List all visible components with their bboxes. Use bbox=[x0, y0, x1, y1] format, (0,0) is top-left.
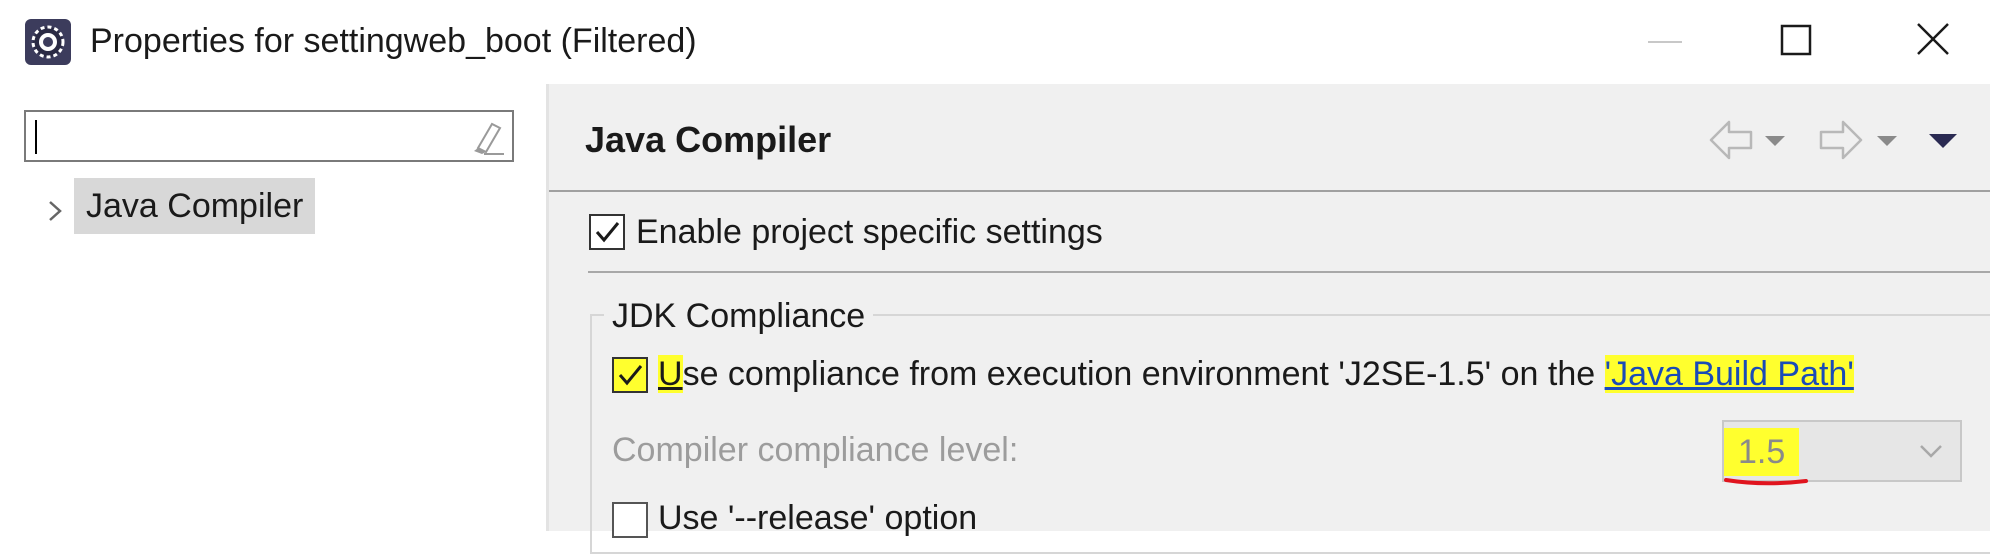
minimize-icon bbox=[1648, 41, 1682, 43]
eraser-icon[interactable] bbox=[462, 118, 506, 156]
mnemonic-letter: U bbox=[658, 355, 683, 393]
filter-input[interactable] bbox=[34, 118, 458, 156]
checkmark-icon bbox=[595, 222, 620, 243]
forward-arrow-icon[interactable] bbox=[1817, 114, 1865, 166]
title-bar: Properties for settingweb_boot (Filtered… bbox=[0, 0, 1990, 84]
close-icon bbox=[1917, 23, 1949, 55]
enable-specific-label[interactable]: Enable project specific settings bbox=[636, 210, 1103, 254]
compliance-level-label: Compiler compliance level: bbox=[612, 431, 1019, 469]
checkmark-icon bbox=[618, 365, 643, 386]
maximize-icon bbox=[1780, 24, 1812, 56]
tree-item-label: Java Compiler bbox=[74, 178, 316, 234]
view-menu-icon[interactable] bbox=[1925, 114, 1961, 166]
forward-menu-icon[interactable] bbox=[1873, 114, 1901, 166]
use-compliance-text: se compliance from execution environment… bbox=[682, 355, 1605, 393]
release-option-checkbox[interactable] bbox=[612, 502, 648, 538]
page-title: Java Compiler bbox=[585, 119, 832, 160]
back-menu-icon[interactable] bbox=[1761, 114, 1789, 166]
chevron-down-icon bbox=[1920, 445, 1942, 458]
text-caret bbox=[35, 120, 37, 154]
group-title: JDK Compliance bbox=[604, 294, 874, 338]
java-build-path-link[interactable]: 'Java Build Path' bbox=[1604, 355, 1854, 393]
separator bbox=[588, 271, 1990, 273]
back-arrow-icon[interactable] bbox=[1707, 114, 1755, 166]
red-underline-annotation bbox=[1724, 478, 1808, 486]
page-header: Java Compiler bbox=[549, 84, 1990, 192]
maximize-button[interactable] bbox=[1752, 14, 1842, 70]
use-compliance-checkbox[interactable] bbox=[612, 357, 648, 393]
window-title: Properties for settingweb_boot (Filtered… bbox=[90, 22, 697, 60]
release-option-label[interactable]: Use '--release' option bbox=[658, 496, 977, 540]
minimize-button[interactable] bbox=[1620, 14, 1710, 70]
enable-specific-checkbox[interactable] bbox=[589, 214, 625, 250]
chevron-right-icon[interactable] bbox=[44, 196, 66, 226]
use-compliance-label[interactable]: Use compliance from execution environmen… bbox=[658, 352, 1854, 396]
compliance-level-select[interactable]: 1.5 bbox=[1722, 420, 1962, 482]
close-button[interactable] bbox=[1888, 14, 1978, 70]
compliance-level-value: 1.5 bbox=[1724, 428, 1800, 476]
filter-field[interactable] bbox=[24, 110, 514, 162]
gear-icon bbox=[25, 19, 71, 65]
